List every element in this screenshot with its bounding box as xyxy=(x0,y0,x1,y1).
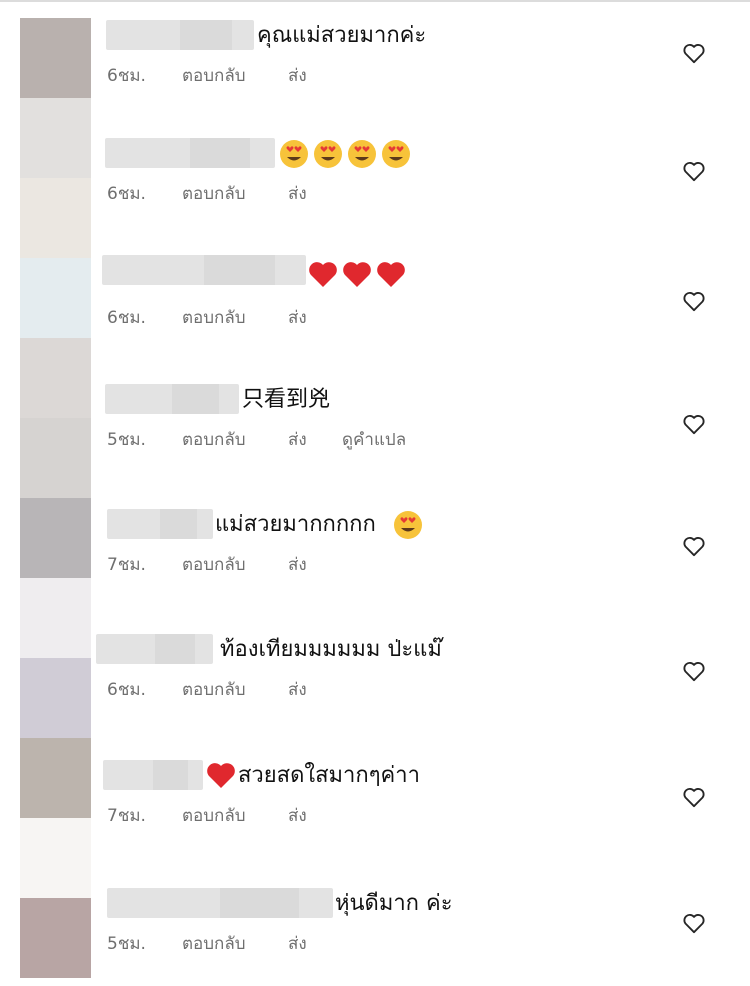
avatar[interactable] xyxy=(20,658,91,738)
reply-button[interactable]: ตอบกลับ xyxy=(182,554,246,576)
comment-time: 6ชม. xyxy=(107,680,146,700)
reply-button[interactable]: ตอบกลับ xyxy=(182,679,246,701)
avatar[interactable] xyxy=(20,178,91,258)
heart-like-icon[interactable] xyxy=(681,288,707,314)
heart-like-icon[interactable] xyxy=(681,784,707,810)
avatar[interactable] xyxy=(20,98,91,178)
avatar[interactable] xyxy=(20,818,91,898)
comment-time: 5ชม. xyxy=(107,934,146,954)
top-divider xyxy=(0,0,750,2)
send-button[interactable]: ส่ง xyxy=(288,554,307,576)
username-redacted[interactable] xyxy=(102,255,306,285)
comment-emojis xyxy=(279,138,415,170)
comment-text: สวยสดใสมากๆค่าา xyxy=(238,763,420,788)
heart-eyes-emoji xyxy=(313,139,343,169)
avatar[interactable] xyxy=(20,338,91,418)
send-button[interactable]: ส่ง xyxy=(288,183,307,205)
heart-eyes-emoji xyxy=(279,139,309,169)
comment-emojis xyxy=(308,259,410,291)
reply-button[interactable]: ตอบกลับ xyxy=(182,183,246,205)
heart-eyes-emoji xyxy=(381,139,411,169)
heart-like-icon[interactable] xyxy=(681,158,707,184)
heart-like-icon[interactable] xyxy=(681,533,707,559)
username-redacted[interactable] xyxy=(105,384,239,414)
heart-like-icon[interactable] xyxy=(681,40,707,66)
heart-eyes-emoji xyxy=(347,139,377,169)
username-redacted[interactable] xyxy=(96,634,213,664)
comment-text: คุณแม่สวยมากค่ะ xyxy=(257,23,427,48)
comment-time: 7ชม. xyxy=(107,555,146,575)
avatar[interactable] xyxy=(20,18,91,98)
reply-button[interactable]: ตอบกลับ xyxy=(182,307,246,329)
red-heart-emoji xyxy=(342,261,372,289)
avatar[interactable] xyxy=(20,578,91,658)
send-button[interactable]: ส่ง xyxy=(288,805,307,827)
comment-time: 7ชม. xyxy=(107,806,146,826)
username-redacted[interactable] xyxy=(106,20,254,50)
avatar[interactable] xyxy=(20,498,91,578)
avatar[interactable] xyxy=(20,898,91,978)
username-redacted[interactable] xyxy=(105,138,275,168)
comment-time: 5ชม. xyxy=(107,430,146,450)
comment-time: 6ชม. xyxy=(107,184,146,204)
red-heart-emoji xyxy=(206,762,236,790)
username-redacted[interactable] xyxy=(107,509,213,539)
reply-button[interactable]: ตอบกลับ xyxy=(182,65,246,87)
heart-like-icon[interactable] xyxy=(681,658,707,684)
avatar[interactable] xyxy=(20,418,91,498)
comment-text-row: สวยสดใสมากๆค่าา xyxy=(206,760,420,792)
username-redacted[interactable] xyxy=(103,760,203,790)
reply-button[interactable]: ตอบกลับ xyxy=(182,933,246,955)
send-button[interactable]: ส่ง xyxy=(288,429,307,451)
see-translation-button[interactable]: ดูคำแปล xyxy=(342,429,406,451)
comment-text: หุ่นดีมาก ค่ะ xyxy=(335,891,453,916)
comment-time: 6ชม. xyxy=(107,308,146,328)
comment-time: 6ชม. xyxy=(107,66,146,86)
send-button[interactable]: ส่ง xyxy=(288,307,307,329)
comment-text: ท้องเทียมมมมมม ป่ะแม๊ xyxy=(220,637,442,662)
red-heart-emoji xyxy=(376,261,406,289)
red-heart-emoji xyxy=(308,261,338,289)
avatar-column xyxy=(20,18,91,978)
send-button[interactable]: ส่ง xyxy=(288,933,307,955)
avatar[interactable] xyxy=(20,258,91,338)
avatar[interactable] xyxy=(20,738,91,818)
send-button[interactable]: ส่ง xyxy=(288,679,307,701)
send-button[interactable]: ส่ง xyxy=(288,65,307,87)
username-redacted[interactable] xyxy=(107,888,333,918)
heart-like-icon[interactable] xyxy=(681,910,707,936)
heart-eyes-emoji xyxy=(393,510,423,540)
heart-like-icon[interactable] xyxy=(681,411,707,437)
reply-button[interactable]: ตอบกลับ xyxy=(182,805,246,827)
reply-button[interactable]: ตอบกลับ xyxy=(182,429,246,451)
comment-text-row: แม่สวยมากกกกก xyxy=(215,509,427,541)
comment-text: แม่สวยมากกกกก xyxy=(215,512,376,537)
comment-text: 只看到兇 xyxy=(242,387,331,412)
